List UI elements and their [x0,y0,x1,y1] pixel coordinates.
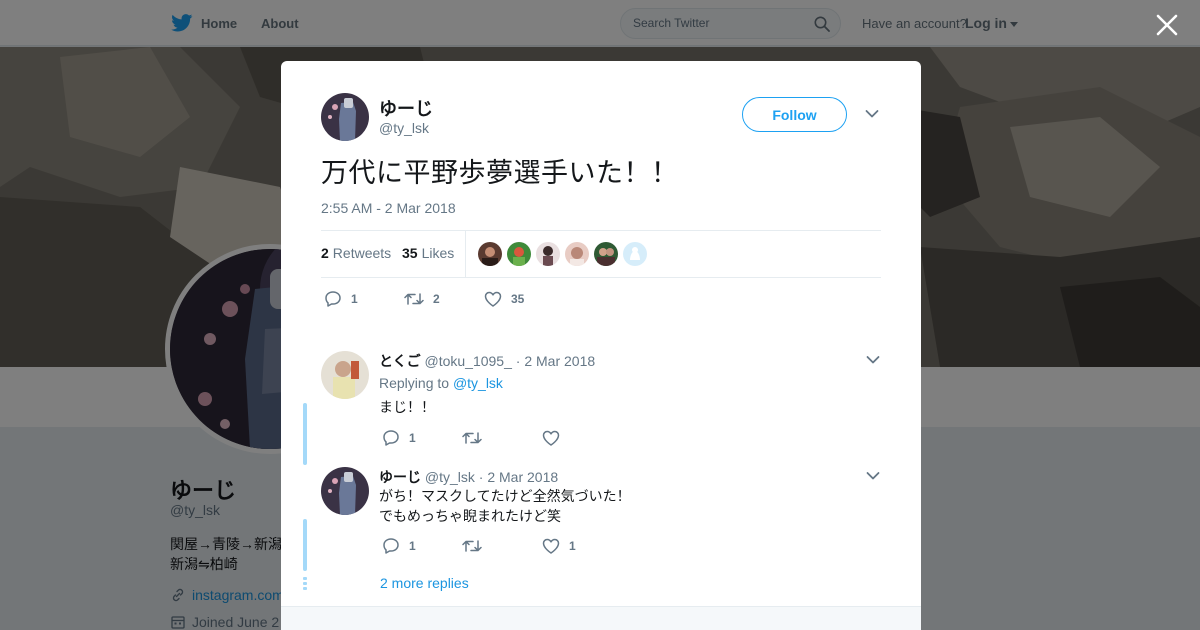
reply-actions: 1 [382,429,569,446]
tweet-permalink-modal: ゆーじ @ty_lsk Follow 万代に平野歩夢選手いた！！ 2:55 AM… [281,61,921,630]
reply-count: 1 [409,538,416,553]
like-count: 35 [511,291,525,306]
heart-icon [484,291,502,307]
reply-text: まじ！！ [379,399,435,415]
retweets-stat[interactable]: 2 Retweets [321,245,391,261]
likes-label: Likes [421,245,455,261]
reply-icon [325,291,341,307]
likes-count: 35 [402,245,418,261]
divider [465,231,466,277]
reply-timestamp[interactable]: · 2 Mar 2018 [479,469,558,485]
replying-to-text: Replying to @ty_lsk [379,375,503,391]
tweet-author-avatar[interactable] [321,93,369,141]
retweet-action[interactable]: 2 [404,291,484,307]
like-count: 1 [569,538,576,553]
tweet-actions: 1 2 35 [324,290,524,307]
default-avatar-icon[interactable] [623,242,647,266]
retweet-icon [462,431,482,444]
thread-collapsed-dots [303,577,307,590]
liker-avatar[interactable] [478,242,502,266]
reply-icon [383,538,399,554]
tweet-author-name[interactable]: ゆーじ [379,95,433,121]
liker-avatar[interactable] [565,242,589,266]
retweets-label: Retweets [332,245,392,261]
more-replies-link[interactable]: 2 more replies [380,575,469,591]
reply-action[interactable]: 1 [382,429,462,446]
tweet-stats: 2 Retweets 35 Likes [321,231,881,277]
follow-button[interactable]: Follow [742,97,847,132]
retweet-icon [404,292,424,305]
like-action[interactable]: 35 [484,291,524,307]
retweet-action[interactable] [462,430,542,446]
reply-author-handle[interactable]: @ty_lsk [425,469,475,485]
reply-header: とくご @toku_1095_ · 2 Mar 2018 [379,351,595,371]
reply-text-line: がち！マスクしてたけど全然気づいた！ [379,488,631,504]
liker-avatar[interactable] [507,242,531,266]
reply-author-avatar[interactable] [321,467,369,515]
likes-stat[interactable]: 35 Likes [402,245,454,261]
thread-connector-line [303,403,307,465]
replying-to-link[interactable]: @ty_lsk [453,375,503,391]
tweet-author-handle[interactable]: @ty_lsk [379,120,429,136]
like-action[interactable] [542,430,569,446]
reply-timestamp[interactable]: · 2 Mar 2018 [516,353,595,369]
chevron-down-icon[interactable] [866,471,880,481]
like-action[interactable]: 1 [542,538,576,554]
replying-to-prefix: Replying to [379,375,450,391]
reply-text-line: でもめっちゃ睨まれたけど笑 [379,508,561,524]
reply-count: 1 [409,430,416,445]
reply-author-handle[interactable]: @toku_1095_ [424,353,511,369]
reply-text: がち！マスクしてたけど全然気づいた！ でもめっちゃ睨まれたけど笑 [379,486,631,526]
reply-author-avatar[interactable] [321,351,369,399]
retweet-action[interactable] [462,538,542,554]
tweet-text: 万代に平野歩夢選手いた！！ [321,158,679,188]
tweet-timestamp[interactable]: 2:55 AM - 2 Mar 2018 [321,200,456,216]
reply-count: 1 [351,291,358,306]
reply-tweet: とくご @toku_1095_ · 2 Mar 2018 Replying to… [321,351,881,451]
retweet-count: 2 [433,291,440,306]
reply-tweet: ゆーじ @ty_lsk · 2 Mar 2018 がち！マスクしてたけど全然気づ… [321,467,881,567]
liker-avatar[interactable] [536,242,560,266]
chevron-down-icon[interactable] [866,355,880,365]
reply-action[interactable]: 1 [382,537,462,554]
liker-avatar[interactable] [594,242,618,266]
likers-avatars [478,242,647,266]
thread-connector-line [303,519,307,571]
reply-icon [383,430,399,446]
chevron-down-icon[interactable] [865,109,879,119]
reply-header: ゆーじ @ty_lsk · 2 Mar 2018 [379,467,558,487]
reply-author-name[interactable]: ゆーじ [379,469,421,485]
reply-actions: 1 1 [382,537,576,554]
heart-icon [542,538,560,554]
reply-action[interactable]: 1 [324,290,404,307]
retweet-icon [462,539,482,552]
retweets-count: 2 [321,245,329,261]
reply-author-name[interactable]: とくご [379,353,421,369]
close-icon[interactable] [1154,12,1180,38]
modal-footer [281,606,921,630]
heart-icon [542,430,560,446]
divider [321,277,881,278]
